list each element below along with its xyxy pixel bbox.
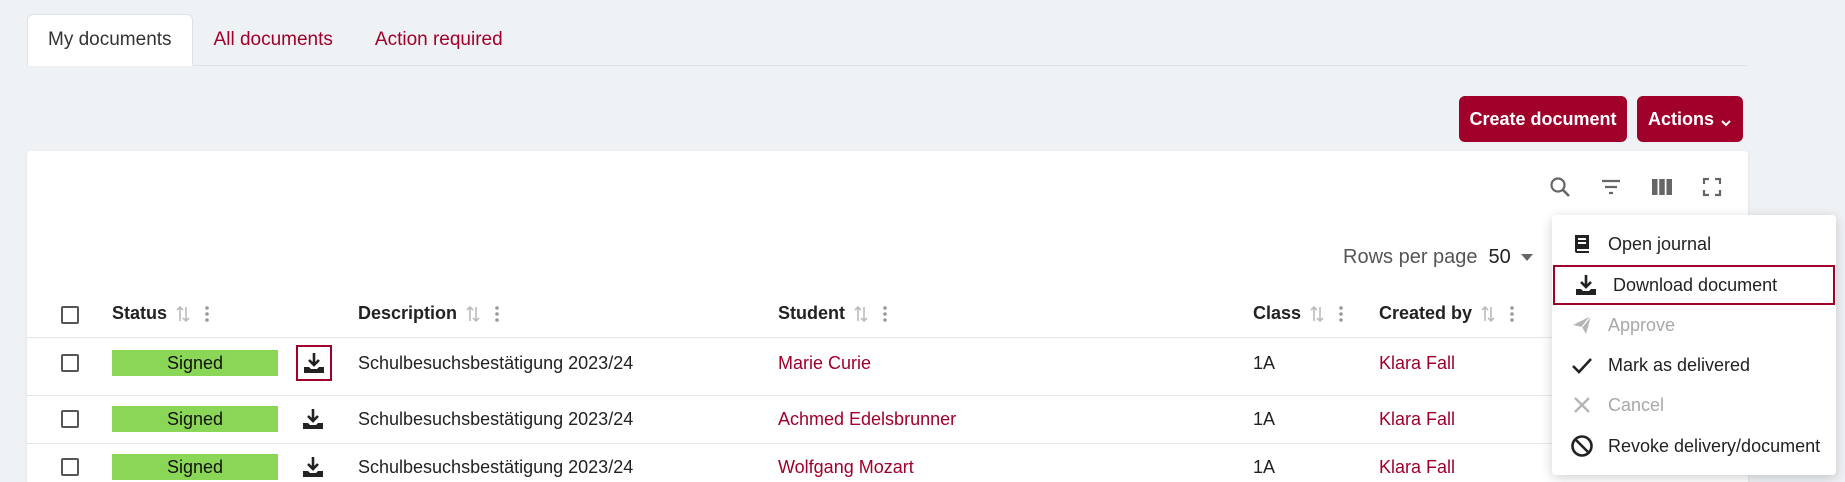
column-header-student-label: Student [778,303,845,323]
class-cell: 1A [1253,352,1276,373]
column-menu-icon[interactable] [1510,305,1514,323]
menu-item-revoke-delivery[interactable]: Revoke delivery/document [1552,426,1836,466]
download-icon[interactable] [295,449,331,482]
column-header-status-label: Status [112,303,168,323]
class-cell: 1A [1253,456,1276,477]
sort-icon[interactable] [465,304,481,324]
row-checkbox[interactable] [61,458,79,476]
menu-item-label: Cancel [1608,394,1665,415]
fullscreen-icon[interactable] [1699,174,1725,200]
menu-item-mark-as-delivered[interactable]: Mark as delivered [1552,345,1836,385]
menu-item-label: Download document [1613,274,1778,295]
search-icon[interactable] [1547,174,1573,200]
documents-table-card: Rows per page 50 Status Description Stud… [27,151,1748,482]
description-cell: Schulbesuchsbestätigung 2023/24 [358,352,634,373]
rows-per-page-label: Rows per page [1343,246,1478,268]
menu-item-open-journal[interactable]: Open journal [1552,224,1836,264]
download-icon[interactable] [296,345,332,381]
sort-icon[interactable] [1309,304,1325,324]
create-document-button[interactable]: Create document [1459,96,1627,142]
table-row: Signed Schulbesuchsbestätigung 2023/24 M… [27,338,1748,388]
row-checkbox[interactable] [61,410,79,428]
student-link[interactable]: Achmed Edelsbrunner [778,396,956,442]
sort-icon[interactable] [1480,304,1496,324]
book-icon [1570,232,1594,256]
description-cell: Schulbesuchsbestätigung 2023/24 [358,456,634,477]
tab-my-documents[interactable]: My documents [27,14,193,66]
column-menu-icon[interactable] [205,305,209,323]
menu-item-download-document[interactable]: Download document [1553,265,1835,305]
created-by-link[interactable]: Klara Fall [1379,396,1455,442]
class-cell: 1A [1253,408,1276,429]
column-header-student[interactable]: Student [778,303,887,324]
check-icon [1570,353,1594,377]
tab-action-required[interactable]: Action required [354,14,524,66]
menu-item-label: Revoke delivery/document [1608,435,1821,456]
menu-item-label: Mark as delivered [1608,354,1751,375]
actions-menu: Open journal Download document Approve M… [1552,215,1836,475]
download-icon [1574,273,1598,297]
download-icon[interactable] [295,401,331,437]
column-header-description-label: Description [358,303,458,323]
rows-per-page-select[interactable]: 50 [1489,246,1511,269]
table-row: Signed Schulbesuchsbestätigung 2023/24 W… [27,444,1748,482]
column-menu-icon[interactable] [883,305,887,323]
menu-item-approve[interactable]: Approve [1552,305,1836,345]
created-by-link[interactable]: Klara Fall [1379,444,1455,482]
send-icon [1570,313,1594,337]
caret-down-icon[interactable] [1520,254,1533,261]
created-by-link[interactable]: Klara Fall [1379,338,1455,388]
column-header-status[interactable]: Status [112,303,209,324]
sort-icon[interactable] [175,304,191,324]
actions-button[interactable]: Actions [1637,96,1743,142]
menu-item-label: Open journal [1608,233,1712,254]
status-badge: Signed [112,454,278,480]
menu-item-cancel[interactable]: Cancel [1552,385,1836,425]
menu-item-label: Approve [1608,314,1676,335]
close-icon [1570,393,1594,417]
actions-button-label: Actions [1647,108,1714,129]
column-header-created-by-label: Created by [1379,303,1473,323]
column-header-created-by[interactable]: Created by [1379,303,1514,324]
document-tabs: My documents All documents Action requir… [27,14,1747,66]
column-header-description[interactable]: Description [358,303,499,324]
chevron-down-icon [1720,113,1732,127]
column-menu-icon[interactable] [495,305,499,323]
filter-icon[interactable] [1598,174,1624,200]
description-cell: Schulbesuchsbestätigung 2023/24 [358,408,634,429]
rows-per-page: Rows per page 50 [1343,246,1533,269]
student-link[interactable]: Wolfgang Mozart [778,444,914,482]
status-badge: Signed [112,350,278,376]
select-all-checkbox[interactable] [61,306,79,324]
sort-icon[interactable] [853,304,869,324]
columns-icon[interactable] [1649,174,1675,200]
column-header-class[interactable]: Class [1253,303,1343,324]
row-checkbox[interactable] [61,354,79,372]
block-icon [1570,434,1594,458]
status-badge: Signed [112,406,278,432]
column-menu-icon[interactable] [1339,305,1343,323]
column-header-class-label: Class [1253,303,1302,323]
tab-all-documents[interactable]: All documents [193,14,354,66]
student-link[interactable]: Marie Curie [778,338,871,388]
table-row: Signed Schulbesuchsbestätigung 2023/24 A… [27,396,1748,442]
